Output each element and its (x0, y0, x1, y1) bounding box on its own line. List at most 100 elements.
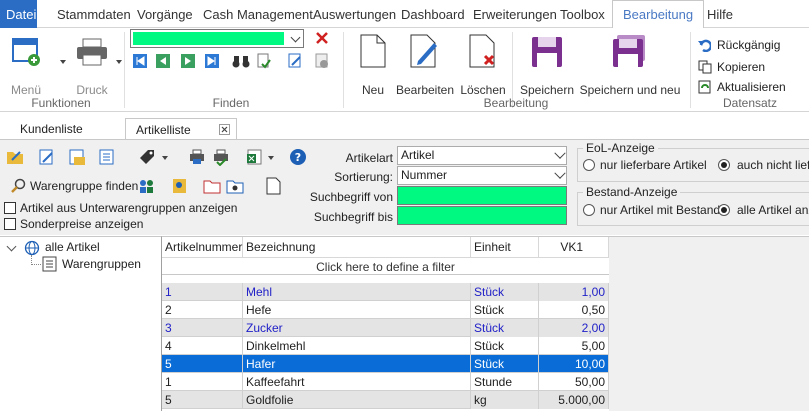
sortierung-select[interactable]: Nummer (397, 166, 567, 185)
dropdown-arrow-icon[interactable] (268, 156, 274, 160)
users-icon[interactable] (138, 177, 156, 195)
table-row[interactable]: 1 Kaffeefahrt Stunde 50,00 (162, 373, 609, 391)
menu-dashboard[interactable]: Dashboard (401, 0, 465, 28)
eol-radio-alle[interactable] (718, 159, 730, 171)
bestand-title: Bestand-Anzeige (583, 185, 681, 199)
search-info-icon[interactable] (314, 53, 330, 69)
sortierung-label: Sortierung: (334, 170, 393, 184)
col-header-bezeichnung[interactable]: Bezeichnung (243, 237, 471, 257)
eol-label-lieferbar: nur lieferbare Artikel (600, 158, 707, 172)
list-folder-icon[interactable] (68, 148, 86, 166)
table-row[interactable]: 5 Goldfolie kg 5.000,00 (162, 391, 609, 409)
chevron-down-icon (554, 167, 566, 179)
search-field[interactable] (133, 32, 284, 45)
filter-panel: ? Warengruppe finden Artikel aus Unterwa… (0, 139, 809, 235)
globe-icon (24, 240, 40, 256)
table-row[interactable]: 4 Dinkelmehl Stück 5,00 (162, 337, 609, 355)
open-folder-icon[interactable] (6, 148, 24, 166)
print-list-icon[interactable] (188, 148, 206, 166)
search-combo[interactable] (130, 29, 304, 48)
dropdown-arrow-icon[interactable] (60, 60, 66, 64)
tag-icon[interactable] (138, 148, 156, 166)
table-row[interactable]: 1 Mehl Stück 1,00 (162, 283, 609, 301)
group-folder-icon[interactable] (171, 177, 189, 195)
menu-auswertungen[interactable]: Auswertungen (313, 0, 396, 28)
table-cell-vk: 10,00 (539, 355, 609, 373)
table-cell-bez: Dinkelmehl (243, 337, 471, 355)
table-cell-vk: 1,00 (539, 283, 609, 301)
find-check-icon[interactable] (256, 53, 272, 69)
neu-button[interactable]: Neu (357, 34, 389, 97)
menu-button[interactable]: Menü (4, 34, 48, 97)
last-record-icon[interactable] (204, 53, 220, 69)
warengruppen-tree: alle Artikel Warengruppen (0, 236, 162, 411)
folder-icon[interactable] (203, 177, 221, 195)
col-header-artikelnummer[interactable]: Artikelnummer (162, 237, 243, 257)
menu-datei[interactable]: Datei (0, 0, 37, 28)
table-cell-bez: Hefe (243, 301, 471, 319)
table-cell-nr: 1 (162, 283, 243, 301)
menu-vorgaenge[interactable]: Vorgänge (137, 0, 193, 28)
loeschen-button[interactable]: Löschen (459, 34, 507, 97)
table-row[interactable]: 5 Hafer Stück 10,00 (162, 355, 609, 373)
previous-record-icon[interactable] (155, 53, 171, 69)
document-icon[interactable] (266, 177, 282, 195)
edit-list-icon[interactable] (38, 148, 56, 166)
speichern-button[interactable]: Speichern (519, 34, 575, 97)
print-check-icon[interactable] (212, 148, 230, 166)
warengruppe-finden-button[interactable]: Warengruppe finden (30, 179, 138, 193)
eol-radio-lieferbar[interactable] (583, 159, 595, 171)
table-row[interactable]: 3 Zucker Stück 2,00 (162, 319, 609, 337)
grid-header: Artikelnummer Bezeichnung Einheit VK1 (162, 237, 609, 257)
tree-item-warengruppen[interactable]: Warengruppen (62, 257, 141, 271)
bestand-radio-alle[interactable] (718, 204, 730, 216)
clear-icon[interactable] (315, 31, 329, 45)
suchbegriff-von-input[interactable] (397, 186, 567, 205)
table-cell-nr: 4 (162, 337, 243, 355)
col-header-einheit[interactable]: Einheit (471, 237, 539, 257)
dropdown-arrow-icon[interactable] (116, 60, 122, 64)
filter-row[interactable]: Click here to define a filter (162, 257, 609, 275)
grid-empty-area (609, 236, 809, 411)
speichern-und-neu-button[interactable]: Speichern und neu (578, 34, 682, 97)
suchbegriff-von-label: Suchbegriff von (309, 190, 393, 204)
tab-artikelliste[interactable]: Artikelliste (125, 118, 237, 140)
close-tab-icon[interactable] (219, 124, 230, 135)
search-icon (11, 178, 26, 193)
save-icon (532, 37, 562, 67)
export-list-icon[interactable] (98, 148, 116, 166)
excel-export-icon[interactable] (246, 148, 264, 166)
menu-stammdaten[interactable]: Stammdaten (57, 0, 131, 28)
menu-toolbox[interactable]: Toolbox (560, 0, 605, 28)
druck-button[interactable]: Druck (70, 34, 114, 97)
chk-unterwarengruppen[interactable] (4, 202, 16, 214)
edit-search-icon[interactable] (287, 53, 303, 69)
next-record-icon[interactable] (180, 53, 196, 69)
dropdown-arrow-icon[interactable] (162, 156, 168, 160)
col-header-vk1[interactable]: VK1 (539, 237, 609, 257)
menu-hilfe[interactable]: Hilfe (707, 0, 733, 28)
bearbeiten-button[interactable]: Bearbeiten (395, 34, 455, 97)
table-cell-bez: Goldfolie (243, 391, 471, 409)
table-row[interactable]: 2 Hefe Stück 0,50 (162, 301, 609, 319)
artikelart-label: Artikelart (345, 151, 393, 165)
tree-item-alle-artikel[interactable]: alle Artikel (45, 240, 100, 254)
first-record-icon[interactable] (132, 53, 148, 69)
menu-cash-management[interactable]: Cash Management (203, 0, 313, 28)
folder-search-icon[interactable] (226, 177, 244, 195)
tab-strip: Kundenliste Artikelliste (0, 112, 809, 140)
delete-document-icon (469, 34, 495, 68)
tree-line (31, 264, 41, 265)
menu-bearbeitung[interactable]: Bearbeitung (612, 0, 705, 29)
suchbegriff-bis-input[interactable] (397, 206, 567, 225)
menu-erweiterungen[interactable]: Erweiterungen (473, 0, 557, 28)
binoculars-icon[interactable] (232, 53, 250, 69)
artikelart-select[interactable]: Artikel (397, 146, 567, 165)
table-cell-nr: 2 (162, 301, 243, 319)
chk-sonderpreise[interactable] (4, 218, 16, 230)
bestand-radio-mit-bestand[interactable] (583, 204, 595, 216)
table-cell-bez: Zucker (243, 319, 471, 337)
tab-kundenliste[interactable]: Kundenliste (20, 118, 83, 140)
expand-icon[interactable] (6, 241, 17, 252)
suchbegriff-bis-label: Suchbegriff bis (313, 210, 393, 224)
